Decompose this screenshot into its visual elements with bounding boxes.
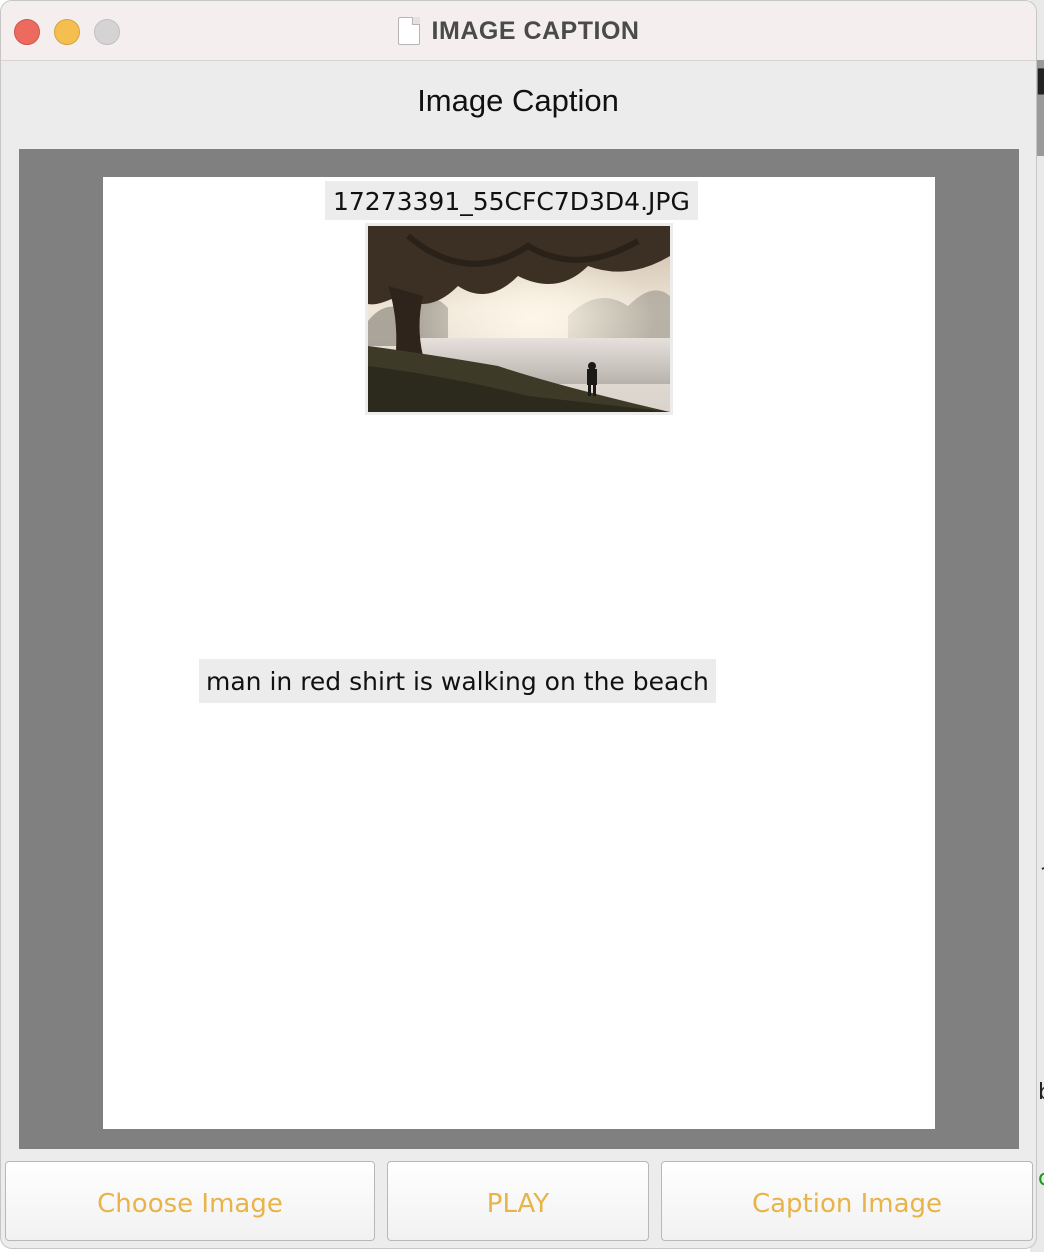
image-filename-label: 17273391_55CFC7D3D4.JPG <box>325 181 698 220</box>
app-window: IMAGE CAPTION Image Caption 17273391_55C… <box>0 0 1037 1249</box>
page-title: Image Caption <box>417 83 619 118</box>
background-glyph: っ <box>1038 852 1044 884</box>
caption-text: man in red shirt is walking on the beach <box>199 659 716 703</box>
background-glyph: b <box>1038 1080 1044 1105</box>
document-icon <box>397 17 420 45</box>
background-glyph: ▌ <box>1038 70 1044 95</box>
window-title-group: IMAGE CAPTION <box>1 1 1036 61</box>
landscape-photo <box>368 226 670 412</box>
play-button[interactable]: PLAY <box>387 1161 649 1241</box>
display-panel: 17273391_55CFC7D3D4.JPG man in red shirt… <box>19 149 1019 1149</box>
image-thumbnail <box>365 223 673 415</box>
caption-image-button[interactable]: Caption Image <box>661 1161 1033 1241</box>
window-title: IMAGE CAPTION <box>431 16 640 45</box>
background-glyph: c <box>1038 1166 1044 1191</box>
title-bar[interactable]: IMAGE CAPTION <box>1 1 1036 61</box>
choose-image-button[interactable]: Choose Image <box>5 1161 375 1241</box>
image-canvas: 17273391_55CFC7D3D4.JPG man in red shirt… <box>103 177 935 1129</box>
